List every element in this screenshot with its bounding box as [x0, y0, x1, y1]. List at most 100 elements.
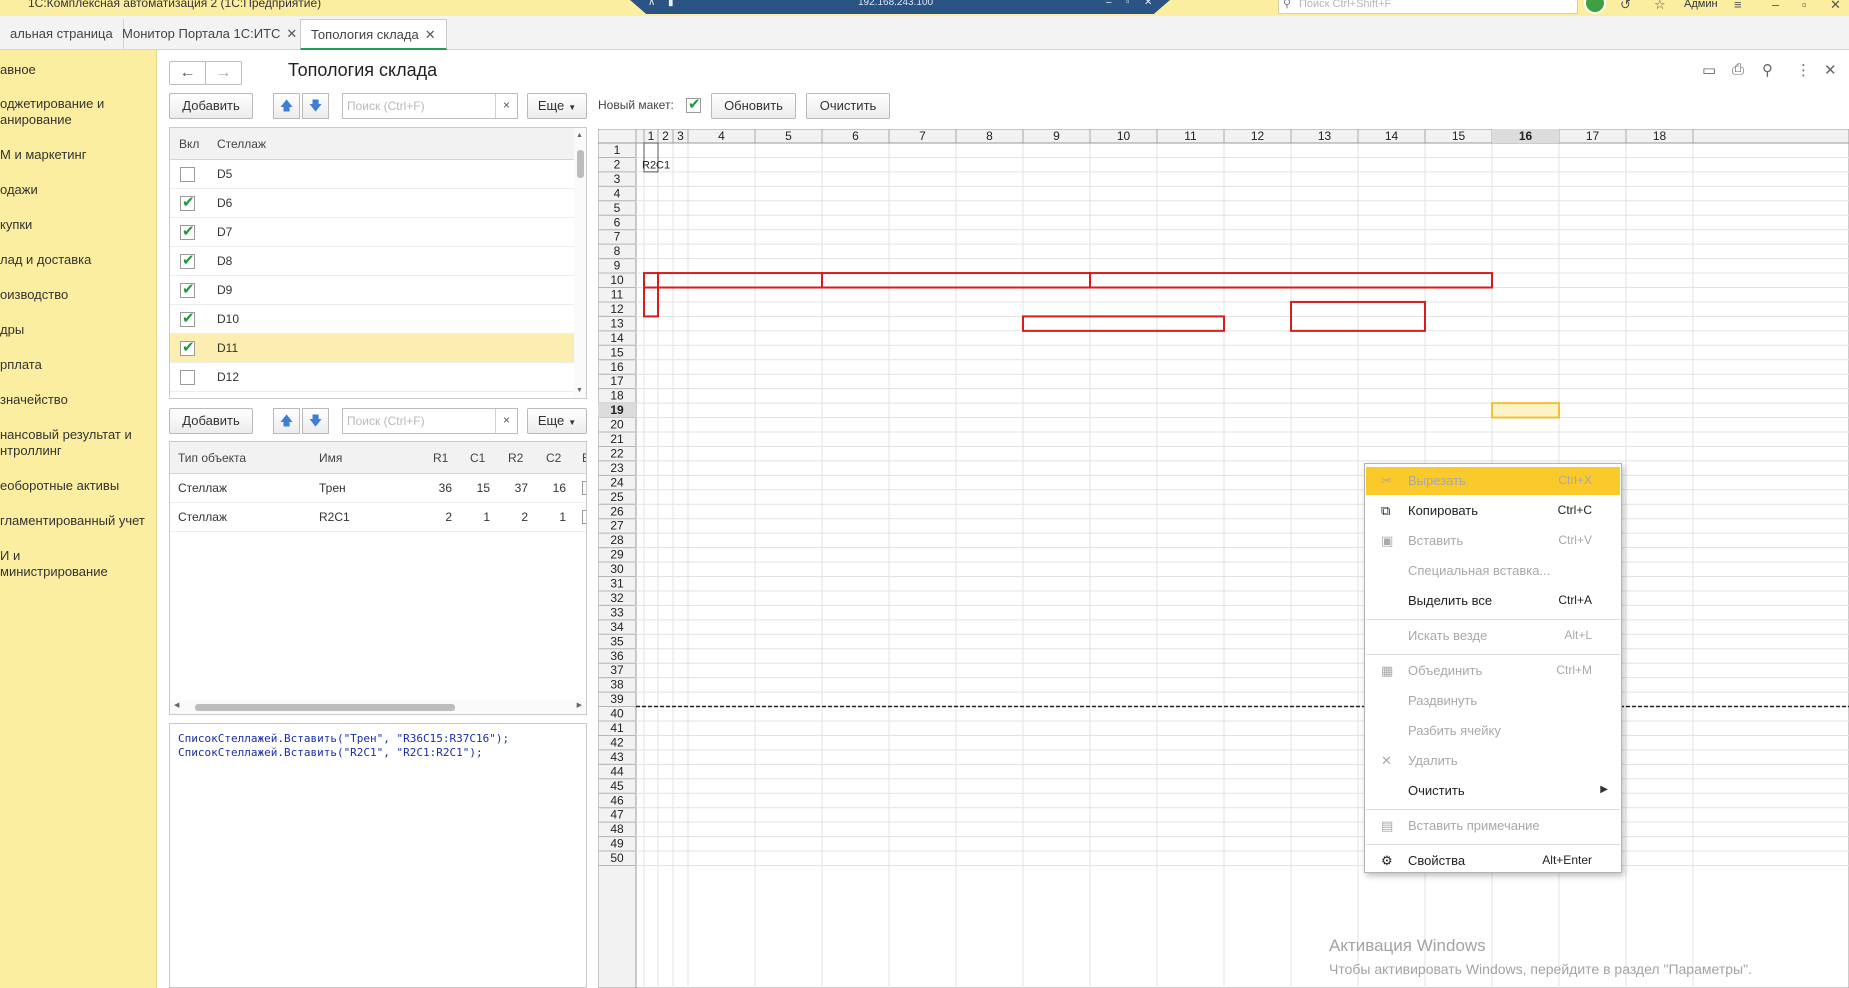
- column-label[interactable]: 13: [1318, 129, 1332, 143]
- row-label[interactable]: 10: [610, 273, 624, 287]
- menu-item-13[interactable]: ⚙ Свойства Alt+Enter: [1366, 847, 1620, 875]
- col-enabled-header[interactable]: Вкл: [179, 137, 199, 151]
- col-c2-header[interactable]: C2: [546, 451, 561, 465]
- rack-search-input[interactable]: Поиск (Ctrl+F) ×: [342, 93, 518, 119]
- sidebar-item-administration[interactable]: И и министрирование: [0, 548, 150, 580]
- rack-outline[interactable]: [643, 272, 659, 289]
- remote-session-bar[interactable]: ⊼ ▮ 192.168.243.100 – ▫ ✕: [630, 0, 1170, 14]
- save-icon[interactable]: ▭: [1702, 61, 1716, 79]
- row-checkbox[interactable]: [582, 481, 586, 495]
- col-extra-header[interactable]: В: [582, 451, 586, 465]
- row-label[interactable]: 8: [614, 244, 621, 258]
- menu-item-10[interactable]: ✕ Удалить: [1366, 747, 1620, 775]
- row-label[interactable]: 22: [610, 446, 624, 460]
- scroll-down-icon[interactable]: ▼: [576, 387, 583, 394]
- sidebar-item-hr[interactable]: дры: [0, 322, 150, 338]
- column-label[interactable]: 6: [852, 129, 859, 143]
- object-search-input[interactable]: Поиск (Ctrl+F) ×: [342, 408, 518, 434]
- favorites-icon[interactable]: ☆: [1654, 0, 1666, 13]
- row-label[interactable]: 26: [610, 504, 624, 518]
- row-label[interactable]: 11: [611, 288, 624, 302]
- row-label[interactable]: 46: [610, 793, 624, 807]
- sidebar-item-sales[interactable]: одажи: [0, 182, 150, 198]
- col-c1-header[interactable]: C1: [470, 451, 485, 465]
- menu-item-3[interactable]: ▣ Вставить Ctrl+V: [1366, 527, 1620, 555]
- spreadsheet-document[interactable]: 1 2 3 4 5 6 7 8 9 10 11 12 13 14 15 16 17 18 1 2 3 4 5 6 7 8 9 10 11…: [598, 129, 1849, 988]
- more-button-2[interactable]: Еще ▼: [527, 408, 587, 434]
- preview-icon[interactable]: ⚲: [1762, 61, 1773, 79]
- col-name-header[interactable]: Имя: [319, 451, 342, 465]
- row-label[interactable]: 13: [610, 316, 624, 330]
- add-rack-button[interactable]: Добавить: [169, 93, 253, 119]
- menu-item-5[interactable]: Выделить все Ctrl+A: [1366, 587, 1620, 615]
- back-button[interactable]: ←: [169, 61, 206, 85]
- clear-search-icon[interactable]: ×: [495, 94, 517, 118]
- row-label[interactable]: 17: [610, 374, 624, 388]
- menu-item-1[interactable]: ✂ Вырезать Ctrl+X: [1366, 467, 1620, 495]
- row-label[interactable]: 36: [610, 649, 624, 663]
- column-label[interactable]: 11: [1184, 129, 1197, 143]
- row-label[interactable]: 30: [610, 562, 624, 576]
- close-tab-icon[interactable]: ✕: [425, 27, 436, 42]
- row-label[interactable]: 25: [610, 490, 624, 504]
- row-label[interactable]: 14: [610, 331, 624, 345]
- column-label[interactable]: 3: [677, 129, 684, 143]
- column-label[interactable]: 8: [986, 129, 993, 143]
- row-label[interactable]: 12: [610, 302, 624, 316]
- column-label[interactable]: 14: [1385, 129, 1399, 143]
- sidebar-item-payroll[interactable]: рплата: [0, 357, 150, 373]
- rack-checkbox[interactable]: [180, 251, 195, 269]
- row-label[interactable]: 37: [610, 663, 624, 677]
- row-checkbox[interactable]: [582, 510, 586, 524]
- rack-row[interactable]: D5: [170, 160, 574, 189]
- row-label[interactable]: 21: [610, 432, 624, 446]
- row-label[interactable]: 28: [610, 533, 624, 547]
- row-label[interactable]: 34: [610, 620, 624, 634]
- scroll-up-icon[interactable]: ▲: [576, 132, 583, 139]
- global-search-input[interactable]: ⚲ Поиск Ctrl+Shift+F: [1278, 0, 1578, 14]
- user-name[interactable]: Админ: [1684, 0, 1718, 10]
- menu-item-7[interactable]: ▦ Объединить Ctrl+M: [1366, 657, 1620, 685]
- rack-checkbox[interactable]: [180, 193, 195, 211]
- move-down-button[interactable]: 🡇: [302, 93, 329, 119]
- tab-its-monitor[interactable]: Монитор Портала 1С:ИТС ✕: [112, 19, 309, 50]
- row-label[interactable]: 35: [610, 634, 624, 648]
- rack-outline[interactable]: [657, 272, 823, 289]
- sidebar-item-fixed-assets[interactable]: еоборотные активы: [0, 478, 150, 494]
- column-label[interactable]: 17: [1586, 129, 1600, 143]
- rack-row[interactable]: D6: [170, 189, 574, 218]
- row-label[interactable]: 6: [614, 215, 621, 229]
- row-label[interactable]: 49: [610, 837, 624, 851]
- menu-item-2[interactable]: ⧉ Копировать Ctrl+C: [1366, 497, 1620, 525]
- row-label[interactable]: 7: [614, 230, 621, 244]
- row-label[interactable]: 20: [610, 418, 624, 432]
- spreadsheet-grid[interactable]: 1 2 3 4 5 6 7 8 9 10 11 12 13 14 15 16 17 181234567891011…: [598, 129, 1849, 988]
- row-label[interactable]: 27: [610, 519, 624, 533]
- rack-row-selected[interactable]: D11: [170, 334, 574, 363]
- column-label[interactable]: 16: [1519, 129, 1533, 143]
- rack-checkbox[interactable]: [180, 370, 195, 385]
- history-icon[interactable]: ↺: [1620, 0, 1631, 13]
- row-label[interactable]: 19: [610, 403, 624, 417]
- row-label[interactable]: 44: [610, 764, 624, 778]
- notifications-icon[interactable]: [1584, 0, 1606, 14]
- column-label[interactable]: 5: [785, 129, 792, 143]
- scroll-right-icon[interactable]: ▶: [577, 701, 582, 709]
- sidebar-item-purchases[interactable]: купки: [0, 217, 150, 233]
- rack-row[interactable]: D10: [170, 305, 574, 334]
- clear-button[interactable]: Очистить: [806, 93, 890, 119]
- row-label[interactable]: 1: [614, 143, 621, 157]
- row-label[interactable]: 43: [610, 750, 624, 764]
- column-label[interactable]: 12: [1251, 129, 1265, 143]
- row-label[interactable]: 18: [610, 389, 624, 403]
- clear-search-icon[interactable]: ×: [495, 409, 517, 433]
- row-label[interactable]: 32: [610, 591, 624, 605]
- column-label[interactable]: 2: [662, 129, 669, 143]
- menu-item-9[interactable]: Разбить ячейку: [1366, 717, 1620, 745]
- column-label[interactable]: 9: [1053, 129, 1060, 143]
- window-close-icon[interactable]: ✕: [1830, 0, 1841, 13]
- scroll-thumb[interactable]: [577, 150, 584, 178]
- row-label[interactable]: 4: [614, 186, 621, 200]
- menu-item-12[interactable]: ▤ Вставить примечание: [1366, 812, 1620, 840]
- row-label[interactable]: 3: [614, 172, 621, 186]
